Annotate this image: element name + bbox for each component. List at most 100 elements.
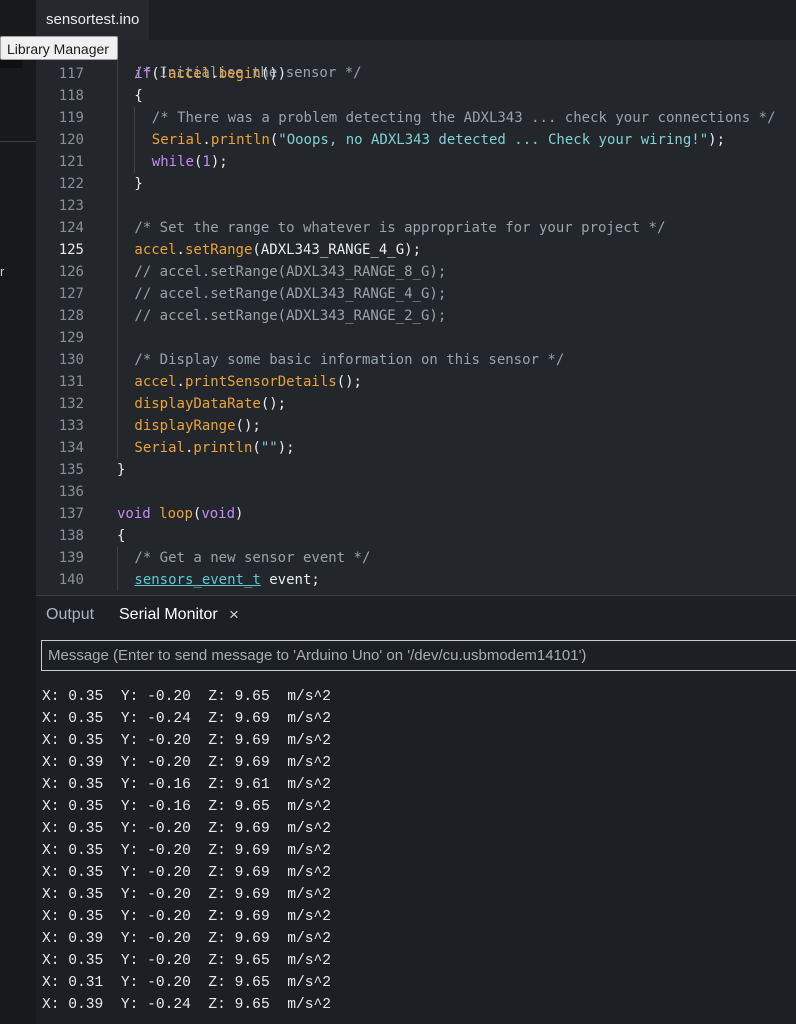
line-number: 118 (58, 88, 84, 104)
code-token: // accel.setRange(ADXL343_RANGE_2_G); (134, 308, 447, 324)
code-token: ( (252, 440, 261, 456)
serial-line: X: 0.35 Y: -0.20 Z: 9.65 m/s^2 (42, 953, 332, 969)
code-line: 127 // accel.setRange(ADXL343_RANGE_4_G); (36, 283, 796, 305)
serial-line: X: 0.35 Y: -0.20 Z: 9.69 m/s^2 (42, 865, 332, 881)
code-token: (); (260, 396, 287, 412)
code-text: accel.printSensorDetails(); (134, 371, 362, 393)
code-token: ); (708, 132, 725, 148)
library-manager-tooltip: Library Manager (0, 36, 118, 60)
close-icon[interactable]: × (229, 595, 239, 635)
line-number: 138 (58, 528, 84, 544)
line-number: 133 (58, 418, 84, 434)
code-line: 122} (36, 173, 796, 195)
sidebar-divider (0, 141, 36, 142)
code-text: Serial.println(""); (134, 437, 294, 459)
code-token: begin (218, 66, 261, 82)
code-token: /* There was a problem detecting the ADX… (151, 110, 776, 126)
code-token: ( (269, 132, 279, 148)
code-text: sensors_event_t event; (134, 569, 319, 591)
code-token: (); (235, 418, 261, 434)
code-token: . (176, 242, 185, 258)
code-line: 126 // accel.setRange(ADXL343_RANGE_8_G); (36, 261, 796, 283)
code-token: } (117, 462, 126, 478)
tab-serial-monitor[interactable]: Serial Monitor (119, 595, 218, 635)
line-number: 140 (58, 572, 84, 588)
code-token: 1 (202, 154, 211, 170)
code-line: 125 accel.setRange(ADXL343_RANGE_4_G); (36, 239, 796, 261)
code-token: loop (159, 506, 193, 522)
line-number: 136 (58, 484, 84, 500)
code-line: 128 // accel.setRange(ADXL343_RANGE_2_G); (36, 305, 796, 327)
line-number: 129 (58, 330, 84, 346)
code-token: . (202, 132, 211, 148)
code-line: 139 /* Get a new sensor event */ (36, 547, 796, 569)
line-number: 132 (58, 396, 84, 412)
serial-line: X: 0.35 Y: -0.20 Z: 9.69 m/s^2 (42, 887, 332, 903)
code-line: 117 if(!accel.begin()) (36, 63, 796, 85)
serial-line: X: 0.35 Y: -0.20 Z: 9.69 m/s^2 (42, 843, 332, 859)
indent-guide (117, 547, 118, 591)
code-token: { (117, 528, 126, 544)
line-number: 122 (58, 176, 84, 192)
code-token: // accel.setRange(ADXL343_RANGE_8_G); (134, 264, 447, 280)
code-token: accel (134, 242, 177, 258)
code-text: while(1); (152, 151, 228, 173)
code-token: (); (336, 374, 362, 390)
code-text: } (134, 173, 142, 195)
serial-line: X: 0.35 Y: -0.24 Z: 9.69 m/s^2 (42, 711, 332, 727)
code-text: // accel.setRange(ADXL343_RANGE_4_G); (134, 283, 446, 305)
code-token: event; (260, 572, 320, 588)
code-text: /* Get a new sensor event */ (134, 547, 370, 569)
line-number: 131 (58, 374, 84, 390)
code-text: accel.setRange(ADXL343_RANGE_4_G); (134, 239, 421, 261)
tab-output[interactable]: Output (46, 595, 94, 635)
code-line: 140 sensors_event_t event; (36, 569, 796, 591)
code-token: ); (210, 154, 228, 170)
code-line: 121 while(1); (36, 151, 796, 173)
serial-line: X: 0.31 Y: -0.20 Z: 9.65 m/s^2 (42, 975, 332, 991)
serial-message-input[interactable] (41, 640, 796, 671)
code-line: 123 (36, 195, 796, 217)
line-number: 123 (58, 198, 84, 214)
code-line: 124 /* Set the range to whatever is appro… (36, 217, 796, 239)
code-token: { (134, 88, 143, 104)
sidebar-partial-label: r (0, 264, 5, 279)
line-number: 139 (58, 550, 84, 566)
serial-line: X: 0.39 Y: -0.20 Z: 9.69 m/s^2 (42, 931, 332, 947)
code-token: } (134, 176, 143, 192)
serial-line: X: 0.35 Y: -0.20 Z: 9.65 m/s^2 (42, 689, 332, 705)
code-text: if(!accel.begin()) (134, 63, 286, 85)
code-token: println (193, 440, 253, 456)
code-token: displayDataRate (134, 396, 261, 412)
code-token: /* Set the range to whatever is appropri… (134, 220, 666, 236)
code-text: { (117, 525, 125, 547)
code-token: accel (168, 66, 211, 82)
code-token: "Ooops, no ADXL343 detected ... Check yo… (278, 132, 709, 148)
serial-line: X: 0.35 Y: -0.16 Z: 9.65 m/s^2 (42, 799, 332, 815)
code-text: // accel.setRange(ADXL343_RANGE_2_G); (134, 305, 446, 327)
code-token: sensors_event_t (134, 572, 261, 588)
code-line: 137 void loop(void) (36, 503, 796, 525)
code-line: 136 (36, 481, 796, 503)
line-number: 121 (58, 154, 84, 170)
code-editor[interactable]: /* Initialise the sensor */ 117 if(!accel… (36, 40, 796, 595)
code-token: displayRange (134, 418, 236, 434)
code-token: ) (235, 506, 244, 522)
code-token: . (210, 66, 219, 82)
code-text: /* Set the range to whatever is appropri… (134, 217, 665, 239)
serial-line: X: 0.35 Y: -0.20 Z: 9.69 m/s^2 (42, 821, 332, 837)
code-line: 131 accel.printSensorDetails(); (36, 371, 796, 393)
code-token: (! (151, 66, 169, 82)
line-number: 137 (58, 506, 84, 522)
line-number: 120 (58, 132, 84, 148)
serial-line: X: 0.39 Y: -0.24 Z: 9.65 m/s^2 (42, 997, 332, 1013)
indent-guide (117, 40, 118, 459)
tab-sensortest[interactable]: sensortest.ino (36, 0, 150, 40)
code-line: 135} (36, 459, 796, 481)
code-line: 120 Serial.println("Ooops, no ADXL343 det… (36, 129, 796, 151)
code-token: /* Display some basic information on thi… (134, 352, 565, 368)
code-text: displayDataRate(); (134, 393, 286, 415)
code-text: { (134, 85, 142, 107)
code-text: /* There was a problem detecting the ADX… (152, 107, 776, 129)
